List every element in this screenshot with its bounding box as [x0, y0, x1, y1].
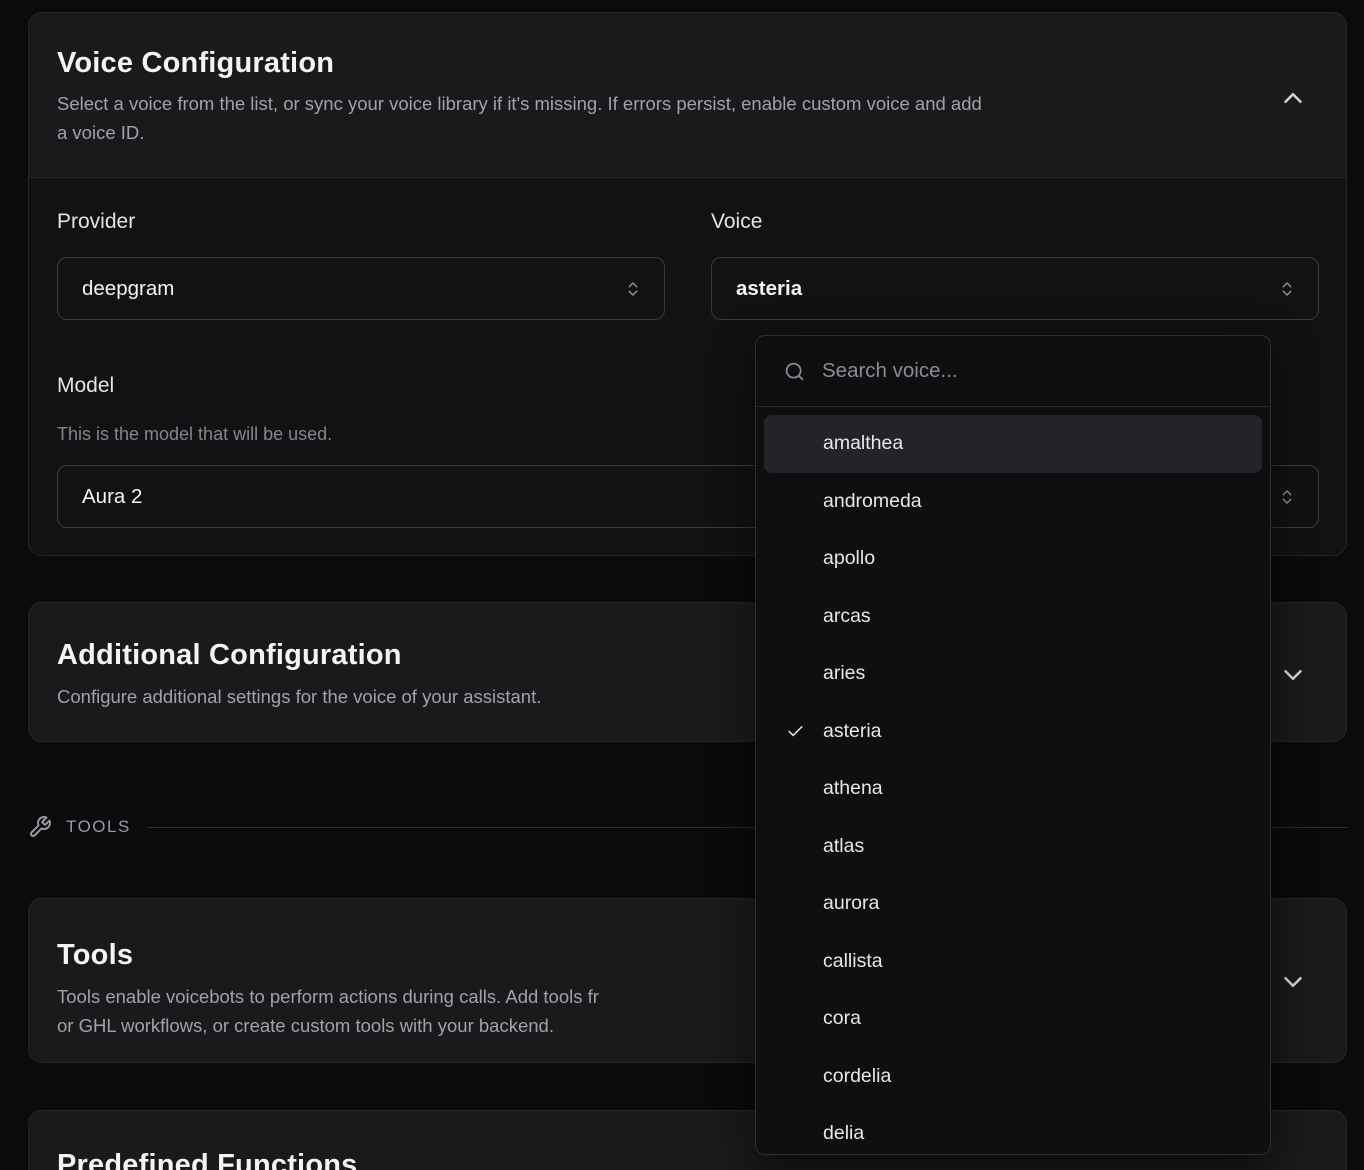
- voice-option[interactable]: aurora: [764, 875, 1262, 933]
- voice-options-list: amalthea andromeda apollo arcas aries: [756, 407, 1270, 1155]
- voice-configuration-header: Voice Configuration Select a voice from …: [29, 13, 1346, 178]
- voice-option-label: callista: [823, 950, 883, 973]
- voice-option-label: athena: [823, 777, 883, 800]
- chevrons-up-down-icon: [624, 280, 642, 298]
- voice-option[interactable]: arcas: [764, 588, 1262, 646]
- voice-option[interactable]: callista: [764, 933, 1262, 991]
- collapse-section-button[interactable]: [1278, 83, 1308, 113]
- voice-option[interactable]: atlas: [764, 818, 1262, 876]
- chevron-down-icon: [1278, 660, 1308, 690]
- chevrons-up-down-icon: [1278, 488, 1296, 506]
- check-icon: [786, 722, 805, 741]
- model-description: This is the model that will be used.: [57, 424, 332, 445]
- voice-option-label: andromeda: [823, 490, 922, 513]
- chevrons-up-down-icon: [1278, 280, 1296, 298]
- model-value: Aura 2: [82, 485, 142, 509]
- voice-option[interactable]: amalthea: [764, 415, 1262, 473]
- chevron-down-icon: [1278, 967, 1308, 997]
- voice-option-label: aries: [823, 662, 865, 685]
- voice-option-label: arcas: [823, 605, 871, 628]
- voice-configuration-title: Voice Configuration: [57, 47, 1318, 80]
- voice-dropdown-popover: amalthea andromeda apollo arcas aries: [755, 335, 1271, 1155]
- voice-configuration-description: Select a voice from the list, or sync yo…: [57, 89, 1318, 147]
- voice-search-input[interactable]: [822, 359, 1242, 383]
- voice-option[interactable]: cora: [764, 990, 1262, 1048]
- voice-value: asteria: [736, 277, 802, 301]
- voice-option-label: delia: [823, 1122, 864, 1145]
- voice-settings-page: Voice Configuration Select a voice from …: [0, 0, 1364, 1170]
- voice-option[interactable]: delia: [764, 1105, 1262, 1155]
- voice-option[interactable]: andromeda: [764, 473, 1262, 531]
- expand-section-button[interactable]: [1278, 967, 1308, 997]
- voice-option-label: apollo: [823, 547, 875, 570]
- expand-section-button[interactable]: [1278, 660, 1308, 690]
- model-label: Model: [57, 374, 114, 398]
- voice-option-label: cordelia: [823, 1065, 891, 1088]
- voice-option-label: atlas: [823, 835, 864, 858]
- voice-search-row: [756, 336, 1270, 407]
- voice-option[interactable]: aries: [764, 645, 1262, 703]
- voice-option-label: amalthea: [823, 432, 903, 455]
- voice-label: Voice: [711, 210, 762, 234]
- provider-select[interactable]: deepgram: [57, 257, 665, 320]
- wrench-icon: [28, 815, 52, 839]
- chevron-up-icon: [1278, 83, 1308, 113]
- provider-label: Provider: [57, 210, 135, 234]
- voice-option[interactable]: apollo: [764, 530, 1262, 588]
- voice-option-selected[interactable]: asteria: [764, 703, 1262, 761]
- search-icon: [784, 361, 805, 382]
- voice-option-label: asteria: [823, 720, 882, 743]
- check-slot: [786, 722, 823, 741]
- voice-option-label: cora: [823, 1007, 861, 1030]
- voice-select[interactable]: asteria: [711, 257, 1319, 320]
- voice-option[interactable]: cordelia: [764, 1048, 1262, 1106]
- provider-value: deepgram: [82, 277, 174, 301]
- tools-section-label: TOOLS: [66, 817, 131, 837]
- voice-option[interactable]: athena: [764, 760, 1262, 818]
- voice-option-label: aurora: [823, 892, 879, 915]
